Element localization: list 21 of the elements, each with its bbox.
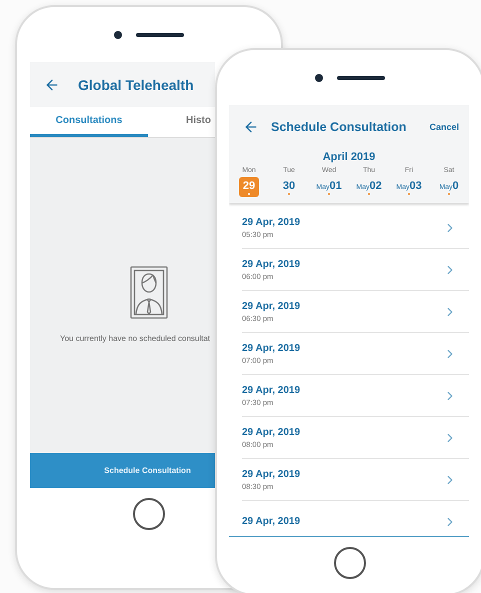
camera-dot (315, 74, 323, 82)
empty-message: You currently have no scheduled consultat (60, 334, 210, 343)
time-slot-row[interactable]: 29 Apr, 2019 (242, 501, 469, 536)
screen-title: Schedule Consultation (271, 120, 408, 134)
speaker-grille (337, 76, 385, 80)
camera-dot (114, 30, 122, 38)
slot-date: 29 Apr, 2019 (242, 258, 302, 270)
slot-date: 29 Apr, 2019 (242, 384, 302, 396)
slot-date: 29 Apr, 2019 (242, 216, 302, 228)
slot-date: 29 Apr, 2019 (242, 426, 302, 438)
slot-date: 29 Apr, 2019 (242, 300, 302, 312)
screen-title: Global Telehealth (78, 76, 195, 92)
person-portrait-icon (130, 266, 168, 319)
cancel-button[interactable]: Cancel (429, 122, 459, 132)
speaker-grille (136, 32, 184, 36)
slot-date: 29 Apr, 2019 (242, 516, 302, 527)
slot-date: 29 Apr, 2019 (242, 342, 302, 354)
schedule-consultation-button[interactable]: Schedule Consultation (30, 453, 215, 488)
slot-date: 29 Apr, 2019 (242, 468, 302, 480)
month-label: April 2019 (322, 151, 376, 163)
date-button[interactable]: 30 (280, 177, 298, 197)
